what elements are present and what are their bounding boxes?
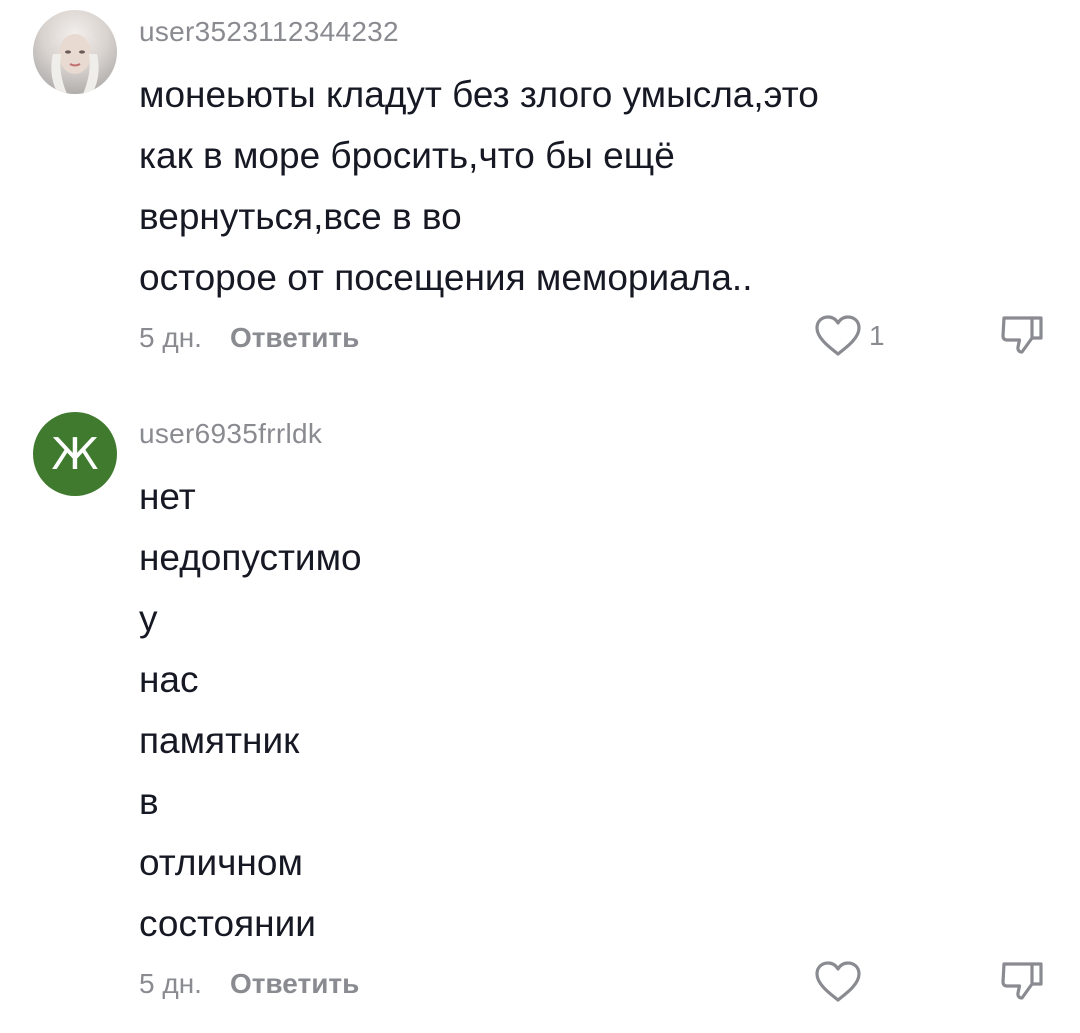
comment-meta: 5 дн. Ответить bbox=[139, 318, 359, 358]
like-button[interactable] bbox=[813, 960, 869, 1004]
comment-text-line: состоянии bbox=[139, 903, 316, 944]
dislike-button[interactable] bbox=[998, 310, 1046, 358]
comment-username[interactable]: user3523112344232 bbox=[139, 16, 399, 48]
comment-text-line: отличном bbox=[139, 842, 303, 883]
dislike-button[interactable] bbox=[998, 956, 1046, 1004]
comment-meta: 5 дн. Ответить bbox=[139, 964, 359, 1004]
comment-item: user3523112344232 монеьюты кладут без зл… bbox=[0, 0, 1080, 380]
comment-text-line: в bbox=[139, 781, 159, 822]
heart-outline-icon bbox=[815, 961, 861, 1002]
reply-button[interactable]: Ответить bbox=[230, 322, 359, 354]
comment-text: монеьюты кладут без злого умысла,это как… bbox=[139, 64, 939, 308]
comment-timestamp: 5 дн. bbox=[139, 322, 202, 353]
heart-outline-icon bbox=[815, 315, 861, 356]
comment-text-line: нас bbox=[139, 659, 199, 700]
user-avatar[interactable] bbox=[33, 10, 117, 94]
comment-username[interactable]: user6935frrldk bbox=[139, 418, 322, 450]
comment-text-line: монеьюты кладут без злого умысла,это bbox=[139, 74, 819, 115]
like-button[interactable]: 1 bbox=[813, 314, 885, 358]
reply-button[interactable]: Ответить bbox=[230, 968, 359, 1000]
comment-text-line: как в море бросить,что бы ещё bbox=[139, 135, 675, 176]
comment-text: нет недопустимо у нас памятник в отлично… bbox=[139, 466, 939, 954]
comment-timestamp: 5 дн. bbox=[139, 968, 202, 999]
like-count: 1 bbox=[869, 320, 885, 351]
user-photo-avatar-icon bbox=[51, 32, 99, 94]
comment-item: Ж user6935frrldk нет недопустимо у нас п… bbox=[0, 380, 1080, 1033]
comment-text-line: вернуться,все в во bbox=[139, 196, 462, 237]
comment-text-line: памятник bbox=[139, 720, 300, 761]
user-avatar[interactable]: Ж bbox=[33, 412, 117, 496]
comment-text-line: у bbox=[139, 598, 158, 639]
comment-text-line: нет bbox=[139, 476, 196, 517]
thumbs-down-icon bbox=[1001, 316, 1043, 354]
avatar-letter: Ж bbox=[51, 428, 99, 480]
thumbs-down-icon bbox=[1001, 962, 1043, 1000]
comment-text-line: осторое от посещения мемориала.. bbox=[139, 257, 753, 298]
comment-text-line: недопустимо bbox=[139, 537, 362, 578]
